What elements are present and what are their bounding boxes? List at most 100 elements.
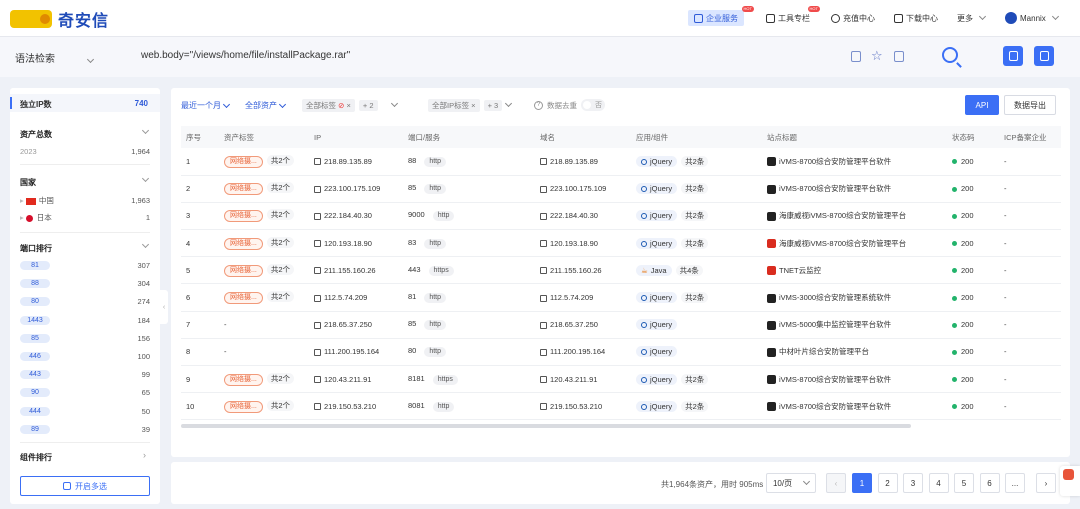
port-row[interactable]: 85 156	[20, 333, 150, 343]
site-title[interactable]: 海康威视iVMS-8700综合安防管理平台	[779, 211, 906, 220]
ip-address[interactable]: 218.65.37.250	[324, 320, 372, 329]
site-title[interactable]: 中材叶片综合安防管理平台	[779, 347, 869, 356]
table-row[interactable]: 3 网络摄... 共2个 222.184.40.30 9000 http 222.184.4…	[181, 202, 1061, 231]
domain-link[interactable]: 223.100.175.109	[550, 184, 606, 193]
domain-cell[interactable]: 211.155.160.26	[535, 256, 631, 285]
edit-query-button[interactable]	[1034, 46, 1054, 66]
domain-link[interactable]: 222.184.40.30	[550, 211, 598, 220]
tag-count[interactable]: 共2个	[266, 372, 295, 384]
table-row[interactable]: 9 网络摄... 共2个 120.43.211.91 8181 https 120.43.2…	[181, 365, 1061, 394]
site-title[interactable]: iVMS-8700综合安防管理平台软件	[779, 157, 891, 166]
ip-address[interactable]: 222.184.40.30	[324, 211, 372, 220]
port-number[interactable]: 81	[408, 292, 416, 301]
nav-toolbar[interactable]: 工具专栏 HOT	[766, 6, 820, 26]
domain-cell[interactable]: 111.200.195.164	[535, 338, 631, 367]
page-button[interactable]: 6	[979, 473, 1000, 493]
site-title-cell[interactable]: iVMS-5000集中监控管理平台软件	[762, 311, 947, 339]
column-header[interactable]: 端口/服务	[403, 126, 535, 148]
table-row[interactable]: 2 网络摄... 共2个 223.100.175.109 85 http 223.100.1…	[181, 175, 1061, 203]
page-button[interactable]: 4	[928, 473, 949, 493]
asset-tag[interactable]: 网络摄...	[224, 292, 263, 305]
prev-page-button[interactable]: ‹	[826, 473, 846, 493]
ip-address[interactable]: 120.193.18.90	[324, 239, 372, 248]
port-number[interactable]: 8081	[408, 401, 425, 410]
port-row[interactable]: 443 99	[20, 370, 150, 380]
column-header[interactable]: 资产标签	[219, 126, 309, 148]
table-row[interactable]: 10 网络摄... 共2个 219.150.53.210 8081 http 219.150…	[181, 392, 1061, 421]
port-number[interactable]: 9000	[408, 210, 425, 219]
site-title-cell[interactable]: iVMS-8700综合安防管理平台软件	[762, 365, 947, 394]
country-row-jp[interactable]: ▸ 日本 1	[20, 212, 150, 223]
syntax-search-dropdown[interactable]: 语法检索	[15, 50, 94, 65]
page-button[interactable]: 1	[852, 473, 872, 493]
site-title-cell[interactable]: iVMS-8700综合安防管理平台软件	[762, 148, 947, 176]
site-title[interactable]: iVMS-8700综合安防管理平台软件	[779, 402, 891, 411]
site-title-cell[interactable]: iVMS-8700综合安防管理平台软件	[762, 392, 947, 421]
ip-cell[interactable]: 120.43.211.91	[309, 365, 403, 394]
port-row[interactable]: 89 39	[20, 424, 150, 434]
ip-cell[interactable]: 112.5.74.209	[309, 283, 403, 312]
site-title-cell[interactable]: 海康威视iVMS-8700综合安防管理平台	[762, 229, 947, 258]
time-filter[interactable]: 最近一个月	[181, 100, 231, 111]
nav-more[interactable]: 更多	[957, 10, 987, 26]
port-number[interactable]: 88	[408, 156, 416, 165]
site-title-cell[interactable]: iVMS-3000综合安防管理系统软件	[762, 283, 947, 312]
domain-link[interactable]: 211.155.160.26	[550, 266, 602, 275]
port-number[interactable]: 443	[408, 265, 421, 274]
component-badge[interactable]: jQuery	[636, 210, 678, 222]
component-count[interactable]: 共2条	[681, 373, 709, 385]
table-row[interactable]: 1 网络摄... 共2个 218.89.135.89 88 http 218.89.135.…	[181, 148, 1061, 176]
tag-count[interactable]: 共2个	[266, 209, 295, 221]
asset-filter[interactable]: 全部资产	[245, 100, 287, 111]
site-title[interactable]: 海康威视iVMS-8700综合安防管理平台	[779, 239, 906, 248]
port-row[interactable]: 90 65	[20, 388, 150, 398]
ip-address[interactable]: 112.5.74.209	[324, 293, 367, 302]
component-count[interactable]: 共2条	[681, 292, 709, 304]
trash-icon[interactable]	[851, 51, 861, 62]
domain-link[interactable]: 120.43.211.91	[550, 375, 597, 384]
component-badge[interactable]: jQuery	[636, 237, 678, 249]
domain-cell[interactable]: 219.150.53.210	[535, 392, 631, 421]
component-badge[interactable]: jQuery	[636, 319, 678, 331]
tag-count[interactable]: 共2个	[266, 182, 295, 194]
port-number[interactable]: 85	[408, 319, 416, 328]
domain-cell[interactable]: 218.65.37.250	[535, 311, 631, 339]
star-icon[interactable]: ☆	[871, 48, 883, 64]
chevron-down-icon[interactable]	[141, 174, 150, 183]
component-badge[interactable]: jQuery	[636, 400, 678, 412]
site-title-cell[interactable]: 中材叶片综合安防管理平台	[762, 338, 947, 367]
port-number[interactable]: 80	[408, 346, 416, 355]
search-input[interactable]: web.body="/views/home/file/installPackag…	[141, 50, 350, 61]
page-button[interactable]: 2	[877, 473, 898, 493]
domain-cell[interactable]: 223.100.175.109	[535, 175, 631, 203]
site-title[interactable]: iVMS-3000综合安防管理系统软件	[779, 293, 891, 302]
ip-address[interactable]: 211.155.160.26	[324, 266, 376, 275]
asset-tag[interactable]: 网络摄...	[224, 400, 263, 413]
ip-tag-filter[interactable]: 全部IP标签 × + 3	[428, 98, 513, 112]
ip-address[interactable]: 111.200.195.164	[324, 347, 379, 356]
page-button[interactable]: 5	[954, 473, 974, 493]
asset-tag[interactable]: 网络摄...	[224, 373, 263, 386]
more-pages-button[interactable]: ...	[1005, 473, 1025, 493]
component-count[interactable]: 共2条	[681, 210, 709, 222]
ip-address[interactable]: 120.43.211.91	[324, 375, 371, 384]
ip-address[interactable]: 219.150.53.210	[324, 402, 376, 411]
table-row[interactable]: 4 网络摄... 共2个 120.193.18.90 83 http 120.193.18.…	[181, 229, 1061, 258]
domain-link[interactable]: 218.89.135.89	[550, 157, 598, 166]
port-row[interactable]: 1443 184	[20, 315, 150, 325]
tag-count[interactable]: 共2个	[266, 154, 295, 166]
asset-tag[interactable]: 网络摄...	[224, 155, 263, 168]
api-button[interactable]: API	[965, 95, 999, 115]
component-badge[interactable]: jQuery	[636, 373, 678, 385]
ip-cell[interactable]: 222.184.40.30	[309, 202, 403, 231]
component-count[interactable]: 共2条	[681, 400, 709, 412]
column-header[interactable]: 序号	[181, 126, 219, 148]
domain-link[interactable]: 111.200.195.164	[550, 347, 605, 356]
component-count[interactable]: 共2条	[681, 183, 709, 195]
asset-tag[interactable]: 网络摄...	[224, 210, 263, 223]
horizontal-scrollbar[interactable]	[181, 424, 911, 428]
domain-link[interactable]: 120.193.18.90	[550, 239, 598, 248]
table-row[interactable]: 7-218.65.37.250 85 http 218.65.37.250 jQuery…	[181, 311, 1061, 339]
column-header[interactable]: 域名	[535, 126, 631, 148]
site-title[interactable]: iVMS-8700综合安防管理平台软件	[779, 184, 891, 193]
